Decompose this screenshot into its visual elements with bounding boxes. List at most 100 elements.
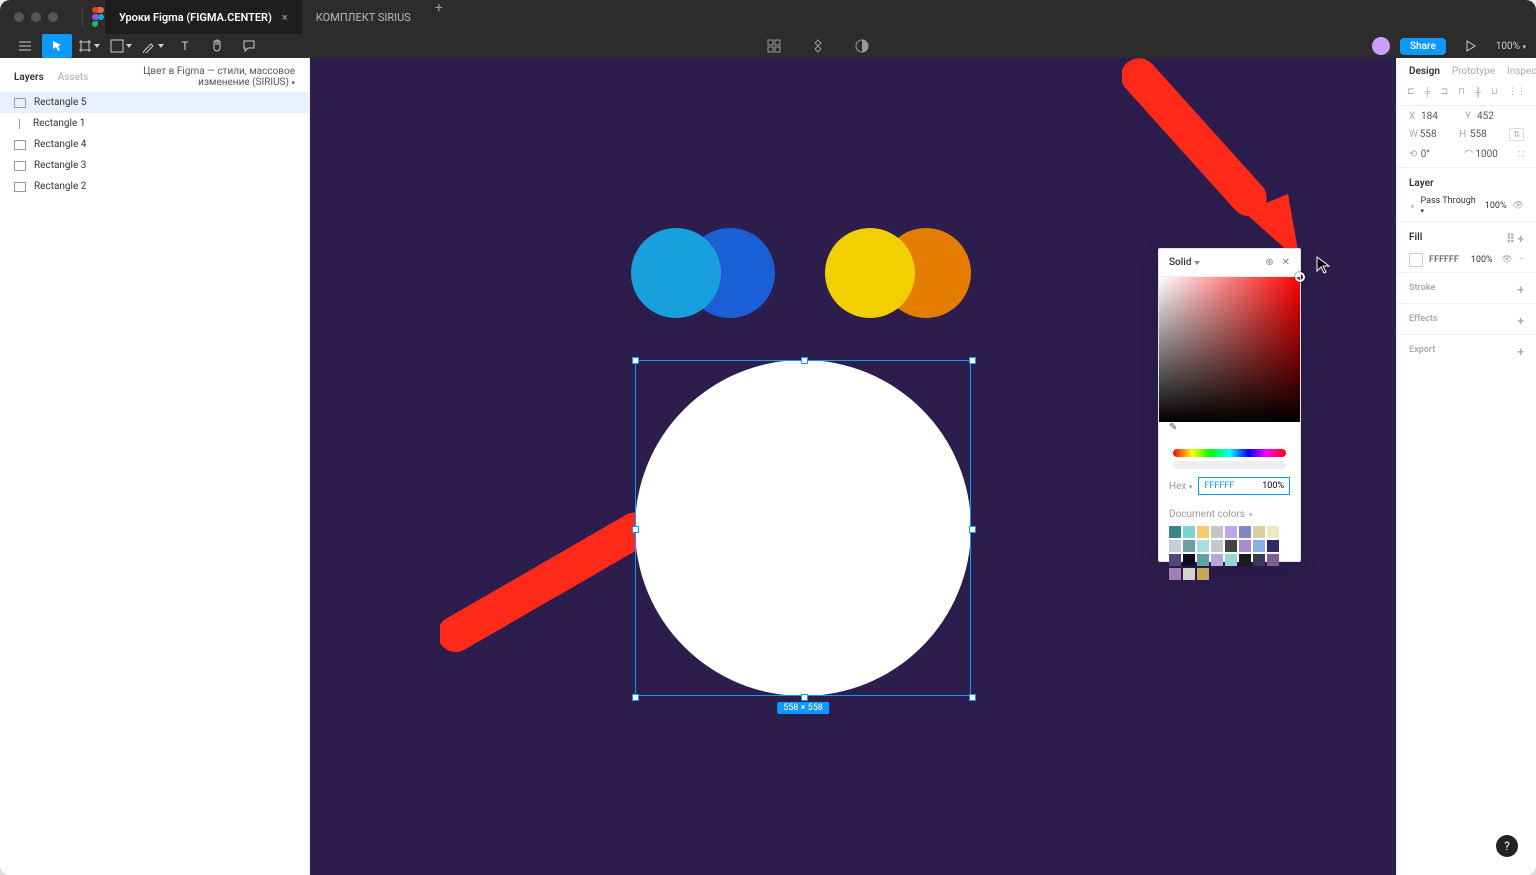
add-stroke-button[interactable]: + [1517, 283, 1524, 297]
doc-swatch[interactable] [1183, 554, 1195, 566]
color-mode-label[interactable]: Hex ▾ [1169, 481, 1192, 492]
blend-mode[interactable]: Pass Through ▾ [1420, 196, 1478, 216]
prop-rot[interactable]: 0° [1421, 149, 1464, 160]
page-breadcrumb[interactable]: Цвет в Figma — стили, массовое изменение… [102, 66, 295, 88]
shape-tool[interactable] [106, 34, 136, 58]
doc-swatch[interactable] [1253, 526, 1265, 538]
frame-tool[interactable] [74, 34, 104, 58]
text-tool[interactable]: T [170, 34, 200, 58]
blend-icon[interactable]: ◑ [1409, 201, 1414, 212]
selection-handle[interactable] [969, 694, 976, 701]
user-avatar[interactable] [1372, 37, 1390, 55]
layer-item[interactable]: Rectangle 4 [0, 134, 309, 155]
doc-swatch[interactable] [1211, 554, 1223, 566]
color-gradient[interactable] [1159, 277, 1300, 422]
add-effect-button[interactable]: + [1517, 314, 1524, 328]
fill-swatch[interactable] [1409, 253, 1423, 267]
alpha-slider[interactable] [1173, 461, 1286, 469]
doc-swatch[interactable] [1239, 540, 1251, 552]
lock-aspect-icon[interactable]: ⇅ [1509, 128, 1524, 141]
prop-w[interactable]: 558 [1420, 129, 1459, 140]
hue-slider[interactable] [1173, 449, 1286, 457]
layer-item[interactable]: Rectangle 5 [0, 92, 309, 113]
doc-swatch[interactable] [1253, 540, 1265, 552]
selection-handle[interactable] [632, 694, 639, 701]
doc-swatch[interactable] [1183, 540, 1195, 552]
layer-opacity[interactable]: 100% [1485, 201, 1507, 211]
doc-swatch[interactable] [1197, 554, 1209, 566]
fill-visibility-icon[interactable]: 👁 [1501, 255, 1512, 265]
style-icon[interactable]: ⠿ [1506, 232, 1515, 246]
tab-close-icon[interactable]: × [282, 11, 288, 24]
pen-tool[interactable] [138, 34, 168, 58]
fill-type-dropdown[interactable]: Solid [1169, 257, 1257, 268]
tab-design[interactable]: Design [1409, 66, 1440, 77]
close-window[interactable] [14, 12, 24, 22]
doc-swatch[interactable] [1169, 554, 1181, 566]
close-picker-icon[interactable]: ✕ [1282, 257, 1290, 268]
tab-inspect[interactable]: Inspect [1507, 66, 1536, 77]
hex-input[interactable]: FFFFFF 100% [1198, 477, 1290, 495]
doc-swatch[interactable] [1225, 554, 1237, 566]
doc-swatch[interactable] [1225, 526, 1237, 538]
zoom-display[interactable]: 100% ▾ [1496, 41, 1526, 52]
min-window[interactable] [31, 12, 41, 22]
layer-item[interactable]: Rectangle 1 [0, 113, 309, 134]
present-button[interactable] [1456, 34, 1486, 58]
doc-swatch[interactable] [1253, 554, 1265, 566]
selection-handle[interactable] [969, 357, 976, 364]
prop-x[interactable]: 184 [1421, 111, 1465, 122]
doc-swatch[interactable] [1267, 526, 1279, 538]
add-fill-button[interactable]: + [1517, 232, 1524, 246]
prop-h[interactable]: 558 [1470, 129, 1509, 140]
prop-rad[interactable]: 1000 [1475, 149, 1518, 160]
doc-swatch[interactable] [1239, 526, 1251, 538]
eyedropper-icon[interactable]: ✎ [1169, 422, 1177, 433]
menu-button[interactable] [10, 34, 40, 58]
remove-fill-icon[interactable]: − [1519, 255, 1524, 265]
add-tab-button[interactable]: + [425, 0, 453, 34]
visibility-icon[interactable]: 👁 [1513, 201, 1524, 211]
component-icon[interactable] [759, 34, 789, 58]
color-styles-icon[interactable]: ⊕ [1265, 257, 1273, 268]
doc-swatch[interactable] [1211, 526, 1223, 538]
expand-corners-icon[interactable]: ⛶ [1518, 150, 1524, 160]
doc-swatch[interactable] [1169, 540, 1181, 552]
layer-item[interactable]: Rectangle 2 [0, 176, 309, 197]
tab-assets[interactable]: Assets [58, 72, 89, 83]
doc-swatch[interactable] [1225, 540, 1237, 552]
doc-swatch[interactable] [1267, 554, 1279, 566]
selection-handle[interactable] [632, 526, 639, 533]
align-controls[interactable]: ⊏╪⊐⊓╫⊔⋮⋮ [1397, 83, 1536, 103]
share-button[interactable]: Share [1400, 38, 1446, 55]
comment-tool[interactable] [234, 34, 264, 58]
prop-y[interactable]: 452 [1477, 111, 1521, 122]
tab-prototype[interactable]: Prototype [1452, 66, 1495, 77]
layer-item[interactable]: Rectangle 3 [0, 155, 309, 176]
max-window[interactable] [48, 12, 58, 22]
doc-swatch[interactable] [1239, 554, 1251, 566]
doc-colors-label[interactable]: Document colors [1169, 509, 1245, 520]
canvas-shape[interactable] [825, 228, 915, 318]
fill-opacity[interactable]: 100% [1471, 255, 1493, 265]
doc-swatch[interactable] [1197, 540, 1209, 552]
selection-handle[interactable] [801, 694, 808, 701]
doc-swatch[interactable] [1183, 568, 1195, 580]
add-export-button[interactable]: + [1517, 345, 1524, 359]
fill-hex[interactable]: FFFFFF [1429, 255, 1459, 265]
file-tab-1[interactable]: КОМПЛЕКТ SIRIUS [302, 0, 425, 34]
doc-swatch[interactable] [1169, 568, 1181, 580]
doc-swatch[interactable] [1197, 568, 1209, 580]
selection-handle[interactable] [632, 357, 639, 364]
selection-box[interactable] [635, 360, 971, 696]
tab-layers[interactable]: Layers [14, 72, 44, 83]
doc-swatch[interactable] [1197, 526, 1209, 538]
doc-swatch[interactable] [1169, 526, 1181, 538]
selection-handle[interactable] [969, 526, 976, 533]
mask-icon[interactable] [803, 34, 833, 58]
move-tool[interactable] [42, 34, 72, 58]
help-button[interactable]: ? [1496, 835, 1518, 857]
canvas-shape[interactable] [631, 228, 721, 318]
doc-swatch[interactable] [1211, 540, 1223, 552]
bool-icon[interactable] [847, 34, 877, 58]
